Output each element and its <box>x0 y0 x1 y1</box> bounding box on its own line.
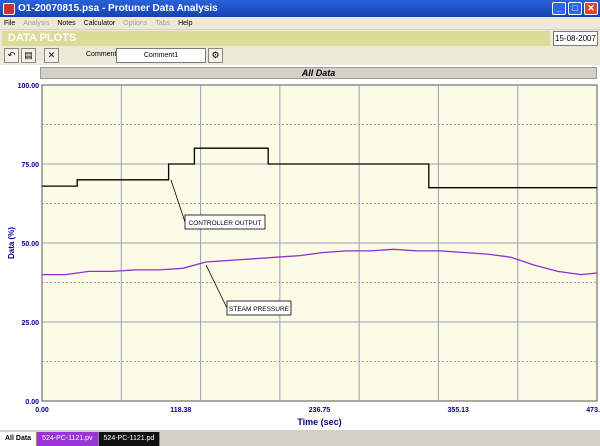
toolbar: ↶ ▤ ✕ Comment ⚙ <box>0 47 600 65</box>
x-axis-label: Time (sec) <box>297 417 341 427</box>
clear-icon: ✕ <box>47 50 56 60</box>
menu-bar: File Analysis Notes Calculator Options T… <box>0 17 600 29</box>
chart-title: All Data <box>40 67 597 79</box>
y-tick-label: 50.00 <box>21 241 39 248</box>
open-button[interactable]: ▤ <box>21 48 36 63</box>
close-button[interactable]: ✕ <box>584 2 598 15</box>
maximize-button[interactable]: □ <box>568 2 582 15</box>
menu-calculator[interactable]: Calculator <box>80 20 120 27</box>
tab-bar: All Data 524-PC-1121.pv 524-PC-1121.pd <box>0 432 600 446</box>
x-tick-label: 118.38 <box>170 407 191 414</box>
steam-pressure-annotation: STEAM PRESSURE <box>229 306 290 313</box>
menu-analysis: Analysis <box>23 19 50 27</box>
comment-input[interactable] <box>116 48 206 63</box>
menu-tabs: Tabs <box>155 19 171 27</box>
undo-icon: ↶ <box>7 50 16 60</box>
comment-label: Comment <box>86 51 117 58</box>
menu-file[interactable]: File <box>0 20 19 27</box>
y-tick-label: 25.00 <box>21 320 39 327</box>
plot-svg[interactable]: 0.00 25.00 50.00 75.00 100.00 0.00 118.38 236.7… <box>0 79 600 431</box>
page-title: DATA PLOTS <box>2 31 550 46</box>
y-tick-label: 75.00 <box>21 162 39 169</box>
menu-help[interactable]: Help <box>174 20 196 27</box>
header-bar: DATA PLOTS 15-08-2007 <box>0 30 600 47</box>
tab-pd[interactable]: 524-PC-1121.pd <box>98 432 161 446</box>
y-tick-label: 0.00 <box>25 399 39 406</box>
app-icon <box>3 2 15 15</box>
window-title: O1-20070815.psa - Protuner Data Analysis <box>18 3 218 14</box>
clear-button[interactable]: ✕ <box>44 48 59 63</box>
x-tick-label: 473.50 <box>586 407 600 414</box>
date-display: 15-08-2007 <box>553 31 598 46</box>
menu-notes[interactable]: Notes <box>53 20 79 27</box>
tab-all-data[interactable]: All Data <box>0 432 38 446</box>
minimize-button[interactable]: _ <box>552 2 566 15</box>
x-tick-label: 236.75 <box>309 407 331 414</box>
y-axis-label: Data (%) <box>7 227 16 259</box>
title-bar: O1-20070815.psa - Protuner Data Analysis… <box>0 0 600 17</box>
open-folder-icon: ▤ <box>24 50 33 60</box>
x-tick-label: 0.00 <box>35 407 49 414</box>
settings-icon: ⚙ <box>211 50 220 60</box>
undo-button[interactable]: ↶ <box>4 48 19 63</box>
y-tick-label: 100.00 <box>18 83 40 90</box>
menu-options: Options <box>123 19 148 27</box>
x-tick-label: 355.13 <box>448 407 470 414</box>
settings-button[interactable]: ⚙ <box>208 48 223 63</box>
tab-pv[interactable]: 524-PC-1121.pv <box>37 432 99 446</box>
controller-output-annotation: CONTROLLER OUTPUT <box>189 220 262 227</box>
